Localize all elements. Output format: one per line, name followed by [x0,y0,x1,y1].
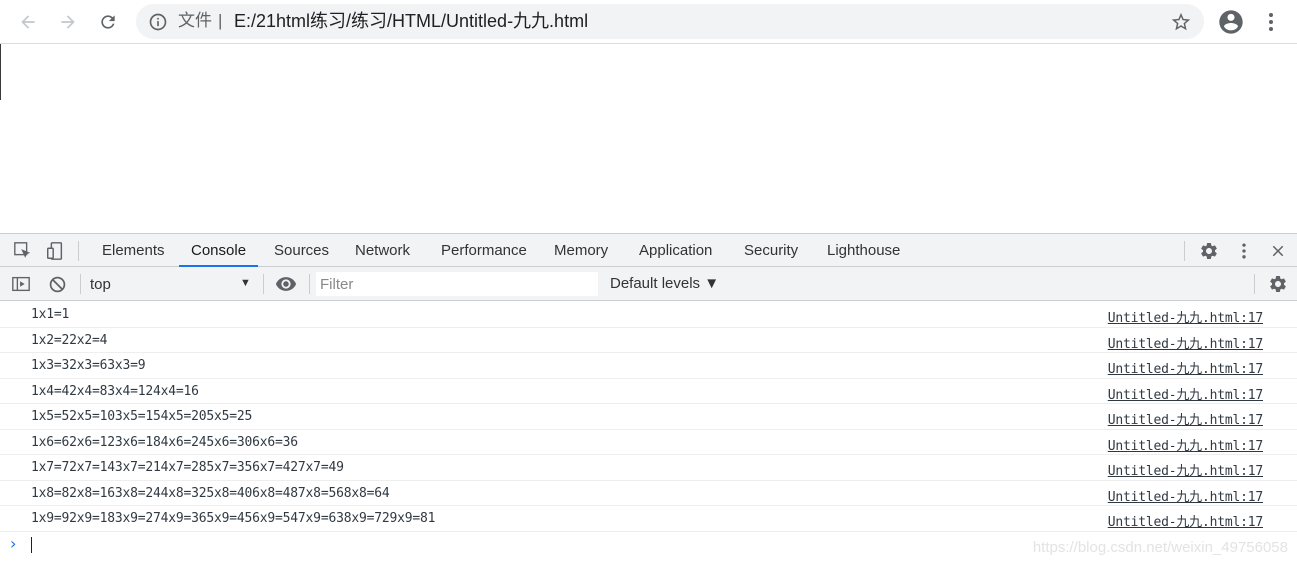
filter-input[interactable] [320,274,590,294]
prompt-chevron-icon: › [10,533,17,553]
tab-application[interactable]: Application [639,234,712,267]
security-label[interactable]: 文件 [178,11,212,31]
toolbar-divider [78,241,79,261]
account-circle-icon[interactable] [1217,8,1245,36]
console-message-text: 1x1=1 [31,307,70,322]
tab-lighthouse[interactable]: Lighthouse [827,234,900,267]
forward-button[interactable] [52,6,84,38]
console-settings-button[interactable] [1267,273,1289,295]
console-message: 1x8=82x8=163x8=244x8=325x8=406x8=487x8=5… [0,481,1297,506]
watermark: https://blog.csdn.net/weixin_49756058 [1032,539,1288,556]
inspect-cursor-icon [14,242,31,258]
device-toolbar-button[interactable] [44,240,66,262]
console-message: 1x2=22x2=4 Untitled-九九.html:17 [0,328,1297,353]
console-message-text: 1x8=82x8=163x8=244x8=325x8=406x8=487x8=5… [31,485,390,501]
context-dropdown-arrow[interactable]: ▼ [240,277,251,289]
console-source-link[interactable]: Untitled-九九.html:17 [1108,384,1263,403]
inspect-element-button[interactable] [12,240,34,262]
tab-network[interactable]: Network [355,234,410,267]
devtools-tabbar: Elements Console Sources Network Perform… [0,234,1297,267]
devtools-panel: Elements Console Sources Network Perform… [0,233,1297,565]
console-source-link[interactable]: Untitled-九九.html:17 [1108,358,1263,377]
tab-console[interactable]: Console [178,234,259,267]
settings-button[interactable] [1198,240,1220,262]
console-source-link[interactable]: Untitled-九九.html:17 [1108,409,1263,428]
console-source-link[interactable]: Untitled-九九.html:17 [1108,486,1263,505]
console-message: 1x6=62x6=123x6=184x6=245x6=306x6=36 Unti… [0,430,1297,455]
toolbar-divider [80,274,81,294]
device-mode-icon [47,242,63,260]
reload-icon [101,15,115,29]
console-message: 1x5=52x5=103x5=154x5=205x5=25 Untitled-九… [0,404,1297,430]
console-message: 1x1=1 Untitled-九九.html:17 [0,302,1297,328]
arrow-right-icon [61,15,75,29]
console-source-link[interactable]: Untitled-九九.html:17 [1108,333,1263,352]
devtools-menu-button[interactable] [1233,240,1255,262]
url-text[interactable]: E:/21html练习/练习/HTML/Untitled-九九.html [234,11,588,31]
close-icon [1272,245,1284,257]
star-icon[interactable] [1170,11,1192,33]
tab-sources[interactable]: Sources [274,234,329,267]
console-message-text: 1x9=92x9=183x9=274x9=365x9=456x9=547x9=6… [31,511,436,526]
console-messages: 1x1=1 Untitled-九九.html:17 1x2=22x2=4 Unt… [0,302,1297,558]
console-message: 1x4=42x4=83x4=124x4=16 Untitled-九九.html:… [0,379,1297,404]
console-source-link[interactable]: Untitled-九九.html:17 [1108,307,1263,326]
console-source-link[interactable]: Untitled-九九.html:17 [1108,511,1263,530]
eye-icon [275,277,297,291]
tab-performance[interactable]: Performance [441,234,527,267]
console-message-text: 1x5=52x5=103x5=154x5=205x5=25 [31,409,253,424]
console-message-text: 1x3=32x3=63x3=9 [31,358,146,373]
toolbar-divider [1184,241,1185,261]
info-icon[interactable] [148,12,168,32]
context-selector[interactable]: top [90,276,252,294]
console-source-link[interactable]: Untitled-九九.html:17 [1108,460,1263,479]
kebab-menu-icon [1242,243,1246,259]
clear-console-button[interactable] [46,273,68,295]
console-message-text: 1x7=72x7=143x7=214x7=285x7=356x7=427x7=4… [31,460,344,475]
kebab-menu-icon[interactable] [1259,10,1283,34]
console-message: 1x9=92x9=183x9=274x9=365x9=456x9=547x9=6… [0,506,1297,532]
toolbar-divider [263,274,264,294]
console-message-text: 1x4=42x4=83x4=124x4=16 [31,383,199,399]
tab-memory[interactable]: Memory [554,234,608,267]
tab-elements[interactable]: Elements [102,234,165,267]
console-toolbar: top ▼ Default levels ▼ [0,267,1297,301]
gear-icon [1270,276,1286,292]
text-caret [31,536,32,553]
log-levels-dropdown[interactable]: Default levels ▼ [610,275,719,292]
address-bar[interactable]: 文件 | E:/21html练习/练习/HTML/Untitled-九九.htm… [136,4,1204,39]
toolbar-divider [309,274,310,294]
block-icon [49,276,65,292]
console-message: 1x3=32x3=63x3=9 Untitled-九九.html:17 [0,353,1297,379]
page-edge [0,44,1,100]
back-button[interactable] [12,6,44,38]
console-source-link[interactable]: Untitled-九九.html:17 [1108,435,1263,454]
omnibox-separator: | [218,11,223,30]
sidebar-toggle-icon [12,276,30,292]
live-expression-button[interactable] [275,273,297,295]
browser-toolbar: 文件 | E:/21html练习/练习/HTML/Untitled-九九.htm… [0,0,1297,44]
console-message-text: 1x2=22x2=4 [31,332,108,348]
console-message-text: 1x6=62x6=123x6=184x6=245x6=306x6=36 [31,434,298,450]
show-sidebar-button[interactable] [10,273,32,295]
gear-icon [1201,243,1217,259]
tab-security[interactable]: Security [744,234,798,267]
filter-box[interactable] [316,272,598,296]
arrow-left-icon [21,15,35,29]
toolbar-divider [1254,274,1255,294]
close-devtools-button[interactable] [1267,240,1289,262]
console-message: 1x7=72x7=143x7=214x7=285x7=356x7=427x7=4… [0,455,1297,481]
reload-button[interactable] [92,6,124,38]
